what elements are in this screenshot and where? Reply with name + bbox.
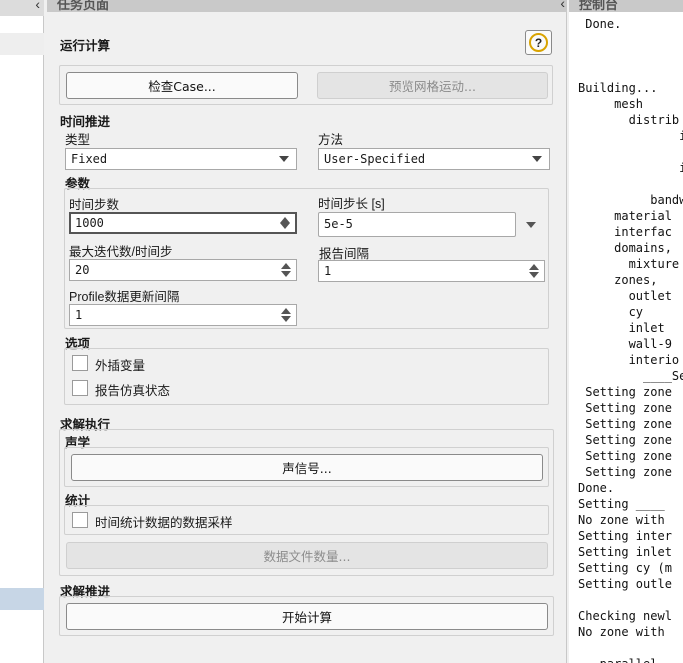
console-header: 控制台	[569, 0, 683, 12]
max-iterations-value: 20	[75, 263, 90, 277]
type-value: Fixed	[71, 152, 108, 166]
method-dropdown[interactable]: User-Specified	[318, 148, 550, 170]
statistics-sampling-checkbox[interactable]	[72, 512, 88, 528]
console-panel[interactable]: 控制台 Done. Building... mesh distrib i i ba…	[569, 0, 683, 663]
time-advance-title: 时间推进	[60, 115, 111, 129]
profile-update-interval-stepper[interactable]: 1	[69, 304, 297, 326]
run-calculation-title: 运行计算	[60, 39, 111, 53]
console-line: inlet	[578, 321, 665, 335]
console-line: cy	[578, 305, 644, 319]
acoustic-signal-button[interactable]: 声信号...	[71, 454, 543, 481]
console-line: i	[578, 129, 683, 143]
max-iterations-label: 最大迭代数/时间步	[69, 245, 173, 259]
start-calculation-button[interactable]: 开始计算	[66, 603, 548, 630]
console-line: zones,	[578, 273, 658, 287]
max-iterations-stepper[interactable]: 20	[69, 259, 297, 281]
console-line: wall-9	[578, 337, 672, 351]
statistics-sampling-label: 时间统计数据的数据采样	[95, 516, 233, 530]
spin-up-icon[interactable]	[529, 264, 539, 270]
console-line: outlet	[578, 289, 672, 303]
console-line: mesh	[578, 97, 644, 111]
console-line: Setting zone	[578, 401, 672, 415]
spin-down-icon[interactable]	[281, 271, 291, 277]
console-line: No zone with	[578, 625, 665, 639]
console-line: Done.	[578, 481, 615, 495]
console-line: Setting inter	[578, 529, 672, 543]
extrapolate-variables-label: 外插变量	[95, 359, 146, 373]
step-size-label: 时间步长 [s]	[318, 197, 385, 211]
console-line: interfac	[578, 225, 672, 239]
profile-update-interval-value: 1	[75, 308, 83, 322]
task-page-header: 任务页面 ‹	[47, 0, 567, 12]
num-steps-label: 时间步数	[69, 198, 120, 212]
type-label: 类型	[65, 133, 91, 147]
check-case-button[interactable]: 检查Case...	[66, 72, 298, 99]
console-line: i	[578, 161, 683, 175]
help-icon: ?	[529, 33, 548, 52]
console-line: Building...	[578, 81, 658, 95]
console-line: distrib	[578, 113, 680, 127]
data-file-quantities-button[interactable]: 数据文件数量...	[66, 542, 548, 569]
task-page-panel: 任务页面 ‹ 运行计算 ? 检查Case... 预览网格运动... 时间推进 类…	[47, 0, 567, 663]
console-line: parallel	[578, 656, 658, 663]
help-button[interactable]: ?	[525, 30, 552, 55]
outline-tree-header: ‹	[0, 0, 44, 16]
console-line: Setting outle	[578, 577, 672, 591]
console-line: domains,	[578, 241, 672, 255]
console-line: interio	[578, 353, 680, 367]
tree-item[interactable]	[0, 33, 44, 55]
spin-down-icon[interactable]	[529, 272, 539, 278]
console-line: Done.	[578, 17, 622, 31]
tree-item-selected[interactable]	[0, 588, 44, 610]
console-line: Setting cy (m	[578, 561, 672, 575]
console-line: Setting zone	[578, 417, 672, 431]
outline-tree-panel: ‹	[0, 0, 44, 663]
task-page-title: 任务页面	[57, 0, 110, 12]
console-title: 控制台	[579, 0, 619, 12]
extrapolate-variables-checkbox[interactable]	[72, 355, 88, 371]
console-line: Setting inlet	[578, 545, 672, 559]
collapse-chevron-icon[interactable]: ‹	[560, 0, 565, 11]
num-steps-value: 1000	[75, 216, 104, 230]
chevron-down-icon	[279, 156, 289, 162]
spin-up-icon[interactable]	[281, 263, 291, 269]
report-interval-stepper[interactable]: 1	[318, 260, 545, 282]
console-line: mixture	[578, 257, 680, 271]
console-line: Setting zone	[578, 449, 672, 463]
console-line: material	[578, 209, 672, 223]
report-interval-value: 1	[324, 264, 332, 278]
console-line: Setting zone	[578, 385, 672, 399]
type-dropdown[interactable]: Fixed	[65, 148, 297, 170]
chevron-down-icon	[532, 156, 542, 162]
step-size-menu-icon[interactable]	[526, 222, 536, 228]
collapse-chevron-icon[interactable]: ‹	[35, 0, 40, 12]
method-value: User-Specified	[324, 152, 426, 166]
method-label: 方法	[318, 133, 344, 147]
report-sim-status-label: 报告仿真状态	[95, 384, 171, 398]
profile-update-interval-label: Profile数据更新间隔	[69, 290, 180, 304]
console-line: Setting zone	[578, 433, 672, 447]
step-size-input[interactable]: 5e-5	[318, 212, 516, 237]
spin-down-icon[interactable]	[281, 316, 291, 322]
console-line: Setting ____	[578, 497, 665, 511]
preview-mesh-motion-button[interactable]: 预览网格运动...	[317, 72, 548, 99]
spin-up-icon[interactable]	[281, 308, 291, 314]
spin-down-icon[interactable]	[280, 223, 290, 229]
console-line: Checking newl	[578, 609, 672, 623]
num-steps-stepper[interactable]: 1000	[69, 212, 297, 234]
console-line: bandw	[578, 193, 683, 207]
console-line: No zone with	[578, 513, 665, 527]
report-sim-status-checkbox[interactable]	[72, 380, 88, 396]
console-line: ____Set	[578, 369, 683, 383]
console-line: Setting zone	[578, 465, 672, 479]
